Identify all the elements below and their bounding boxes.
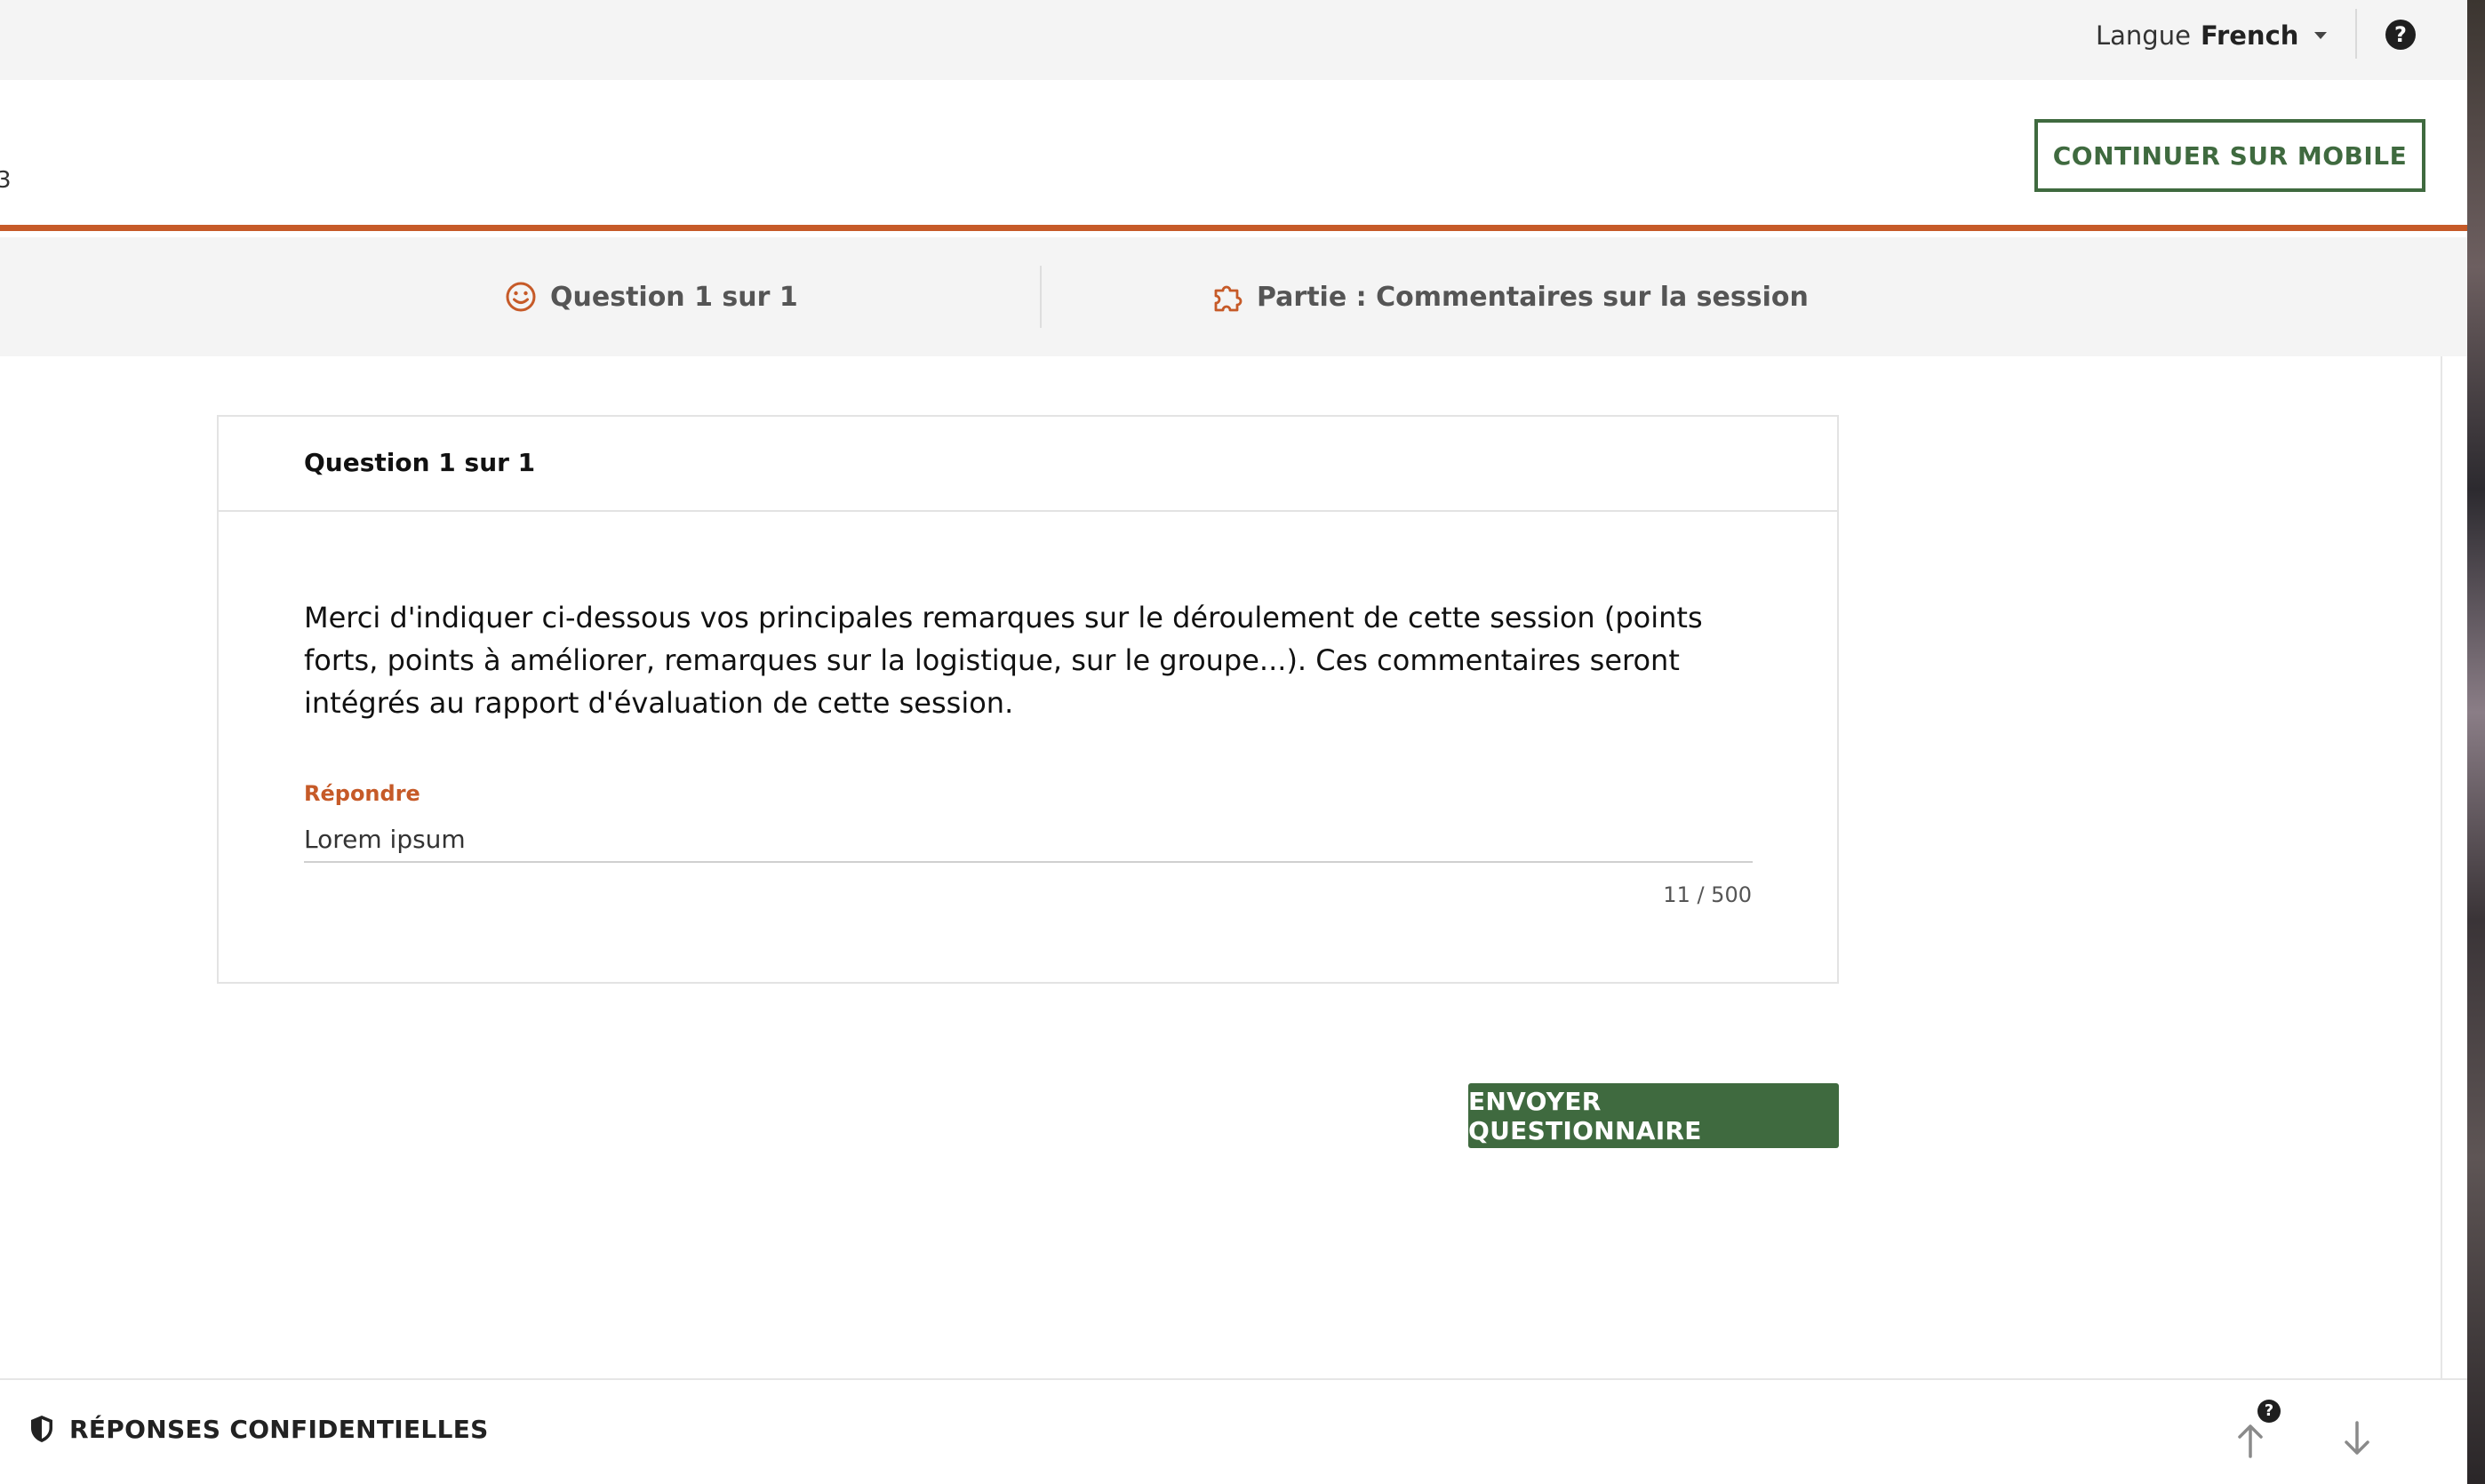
footer: RÉPONSES CONFIDENTIELLES ? xyxy=(0,1378,2467,1484)
character-counter: 11 / 500 xyxy=(1663,882,1752,907)
arrow-up-icon[interactable] xyxy=(2233,1419,2268,1460)
progress-question-label: Question 1 sur 1 xyxy=(550,281,798,313)
topbar-divider xyxy=(2355,9,2357,59)
puzzle-icon xyxy=(1214,285,1242,312)
progress-part: Partie : Commentaires sur la session xyxy=(1211,237,1809,356)
card-header: Question 1 sur 1 xyxy=(219,417,1837,512)
language-value: French xyxy=(2201,20,2299,51)
continue-on-mobile-button[interactable]: CONTINUER SUR MOBILE xyxy=(2034,119,2425,192)
submit-questionnaire-button[interactable]: ENVOYER QUESTIONNAIRE xyxy=(1468,1083,1839,1148)
progress-divider xyxy=(1040,266,1042,328)
page: Langue French ? 3 CONTINUER SUR MOBILE Q… xyxy=(0,0,2485,1484)
top-bar: Langue French ? xyxy=(0,0,2467,80)
progress-question: Question 1 sur 1 xyxy=(504,237,798,356)
confidential-label: RÉPONSES CONFIDENTIELLES xyxy=(69,1414,489,1444)
progress-strip: Question 1 sur 1 Partie : Commentaires s… xyxy=(0,237,2467,356)
help-icon[interactable]: ? xyxy=(2385,20,2416,50)
background-photo-edge xyxy=(2467,0,2485,1484)
language-select[interactable]: French xyxy=(2201,16,2328,55)
shield-icon xyxy=(31,1416,52,1442)
question-text: Merci d'indiquer ci-dessous vos principa… xyxy=(304,601,1703,720)
question-card: Question 1 sur 1 Merci d'indiquer ci-des… xyxy=(217,415,1839,984)
caret-down-icon xyxy=(2314,32,2328,39)
nav-help-icon[interactable]: ? xyxy=(2257,1400,2281,1423)
smiley-icon xyxy=(506,282,536,312)
card-title: Question 1 sur 1 xyxy=(304,448,536,477)
answer-input[interactable] xyxy=(304,817,1753,863)
arrow-down-icon[interactable] xyxy=(2339,1419,2375,1460)
confidential-responses: RÉPONSES CONFIDENTIELLES xyxy=(28,1414,489,1444)
progress-part-label: Partie : Commentaires sur la session xyxy=(1257,281,1809,313)
answer-label: Répondre xyxy=(304,781,420,806)
language-label: Langue xyxy=(2096,20,2191,51)
scrollbar[interactable] xyxy=(2441,356,2442,1378)
header-edge-text: 3 xyxy=(0,167,12,194)
header: 3 CONTINUER SUR MOBILE xyxy=(0,80,2467,231)
